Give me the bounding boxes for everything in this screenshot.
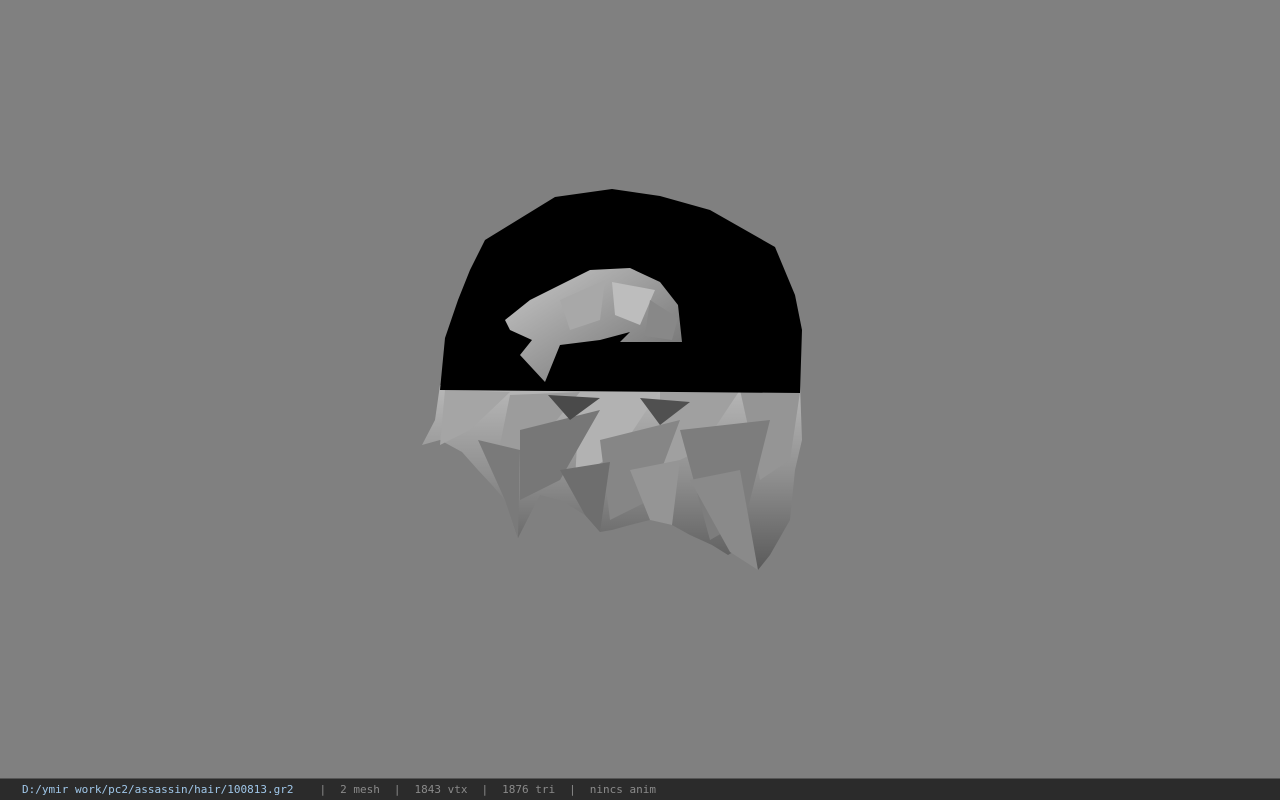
status-bar: D:/ymir work/pc2/assassin/hair/100813.gr… [0,778,1280,800]
triangle-count: 1876 tri [502,783,556,796]
hair-strands [422,385,802,570]
separator: | [569,783,576,796]
mesh-count: 2 mesh [340,783,380,796]
separator: | [319,783,327,796]
animation-status: nincs anim [589,783,656,796]
hair-model [422,189,802,570]
vertex-count: 1843 vtx [414,783,468,796]
separator: | [393,783,401,796]
3d-viewport[interactable] [0,0,1280,778]
separator: | [481,783,489,796]
file-path: D:/ymir work/pc2/assassin/hair/100813.gr… [22,783,294,796]
